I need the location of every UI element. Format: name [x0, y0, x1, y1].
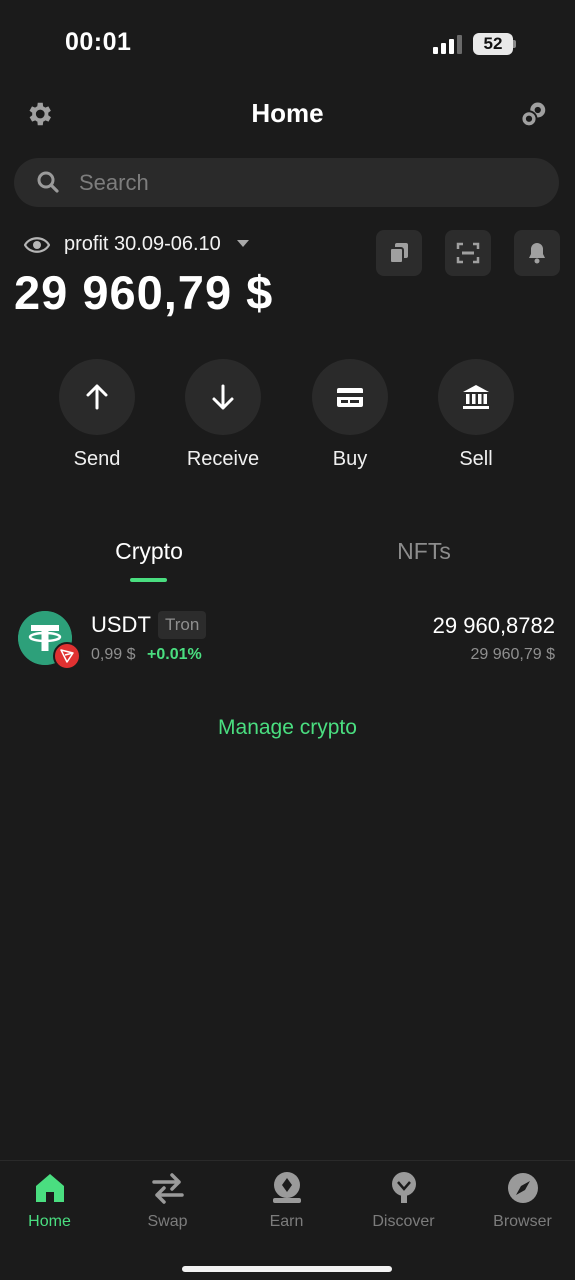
token-price: 0,99 $ [91, 646, 136, 663]
page-title: Home [251, 98, 324, 128]
tab-crypto[interactable]: Crypto [0, 538, 298, 565]
bell-icon [529, 243, 545, 264]
copy-address-button[interactable] [376, 230, 422, 276]
wallet-name[interactable]: profit 30.09-06.10 [64, 233, 221, 256]
chevron-down-icon[interactable] [237, 240, 249, 248]
nav-home[interactable]: Home [0, 1171, 107, 1231]
token-fiat-value: 29 960,79 $ [470, 646, 555, 663]
home-screen: 00:01 52 Home profit 30.09-06.10 29 960,… [0, 0, 575, 1280]
notifications-button[interactable] [514, 230, 560, 276]
wallet-connect-icon[interactable] [519, 100, 549, 130]
home-icon [35, 1174, 64, 1202]
search-icon [37, 171, 59, 193]
buy-button[interactable] [312, 359, 388, 435]
network-badge: Tron [158, 611, 207, 639]
nav-browser-label: Browser [493, 1213, 552, 1230]
receive-button[interactable] [185, 359, 261, 435]
bottom-nav: Home Swap Earn Discover Browser [0, 1160, 575, 1280]
receive-label: Receive [186, 448, 260, 470]
search-bar[interactable] [14, 158, 559, 207]
tron-icon [60, 649, 74, 663]
scan-icon [456, 242, 480, 264]
home-indicator [182, 1266, 392, 1272]
battery-nub [513, 40, 516, 48]
token-amount: 29 960,8782 [432, 613, 555, 638]
earn-icon [272, 1172, 301, 1203]
tab-nfts[interactable]: NFTs [275, 538, 573, 565]
send-button[interactable] [59, 359, 135, 435]
receive-action[interactable]: Receive [163, 359, 283, 471]
arrow-up-icon [86, 384, 108, 410]
buy-action[interactable]: Buy [290, 359, 410, 471]
nav-discover-label: Discover [372, 1213, 435, 1230]
nav-browser[interactable]: Browser [465, 1171, 575, 1231]
nav-swap[interactable]: Swap [110, 1171, 225, 1231]
nav-home-label: Home [28, 1213, 71, 1230]
card-icon [337, 388, 363, 407]
status-time: 00:01 [65, 28, 132, 56]
active-tab-indicator [130, 578, 167, 582]
scan-button[interactable] [445, 230, 491, 276]
token-symbol: USDT [91, 612, 151, 637]
battery-icon: 52 [473, 33, 513, 55]
nav-earn-label: Earn [269, 1213, 304, 1230]
nav-earn[interactable]: Earn [229, 1171, 344, 1231]
copy-icon [389, 243, 408, 264]
arrow-down-icon [212, 384, 234, 410]
sell-action[interactable]: Sell [416, 359, 536, 471]
search-input[interactable] [79, 158, 519, 207]
sell-button[interactable] [438, 359, 514, 435]
total-balance: 29 960,79 $ [14, 266, 274, 319]
nav-discover[interactable]: Discover [346, 1171, 461, 1231]
discover-icon [391, 1172, 416, 1203]
tron-badge [53, 642, 81, 670]
bank-icon [463, 385, 489, 409]
token-change: +0.01% [147, 646, 202, 663]
compass-icon [507, 1173, 538, 1203]
eye-icon[interactable] [24, 235, 50, 255]
cellular-signal-icon [433, 35, 462, 54]
sell-label: Sell [459, 448, 493, 470]
swap-icon [151, 1173, 184, 1204]
manage-crypto-link[interactable]: Manage crypto [0, 716, 575, 740]
nav-swap-label: Swap [147, 1213, 188, 1230]
send-label: Send [73, 448, 121, 470]
buy-label: Buy [332, 448, 368, 470]
send-action[interactable]: Send [37, 359, 157, 471]
